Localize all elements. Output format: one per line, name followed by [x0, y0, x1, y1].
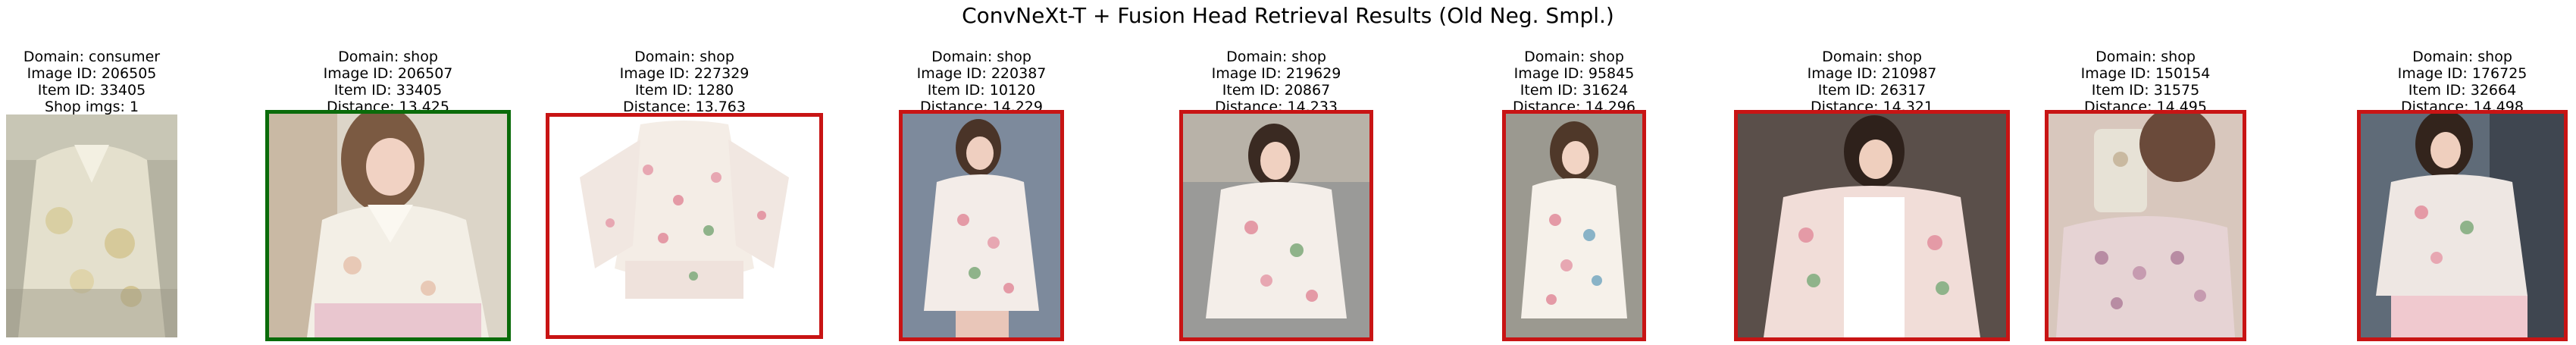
result-panel: Domain: shop Image ID: 95845 Item ID: 31… [1502, 0, 1646, 345]
result-panel: Domain: shop Image ID: 219629 Item ID: 2… [1179, 0, 1373, 345]
result-item-id: Item ID: 1280 [634, 82, 734, 99]
result-domain: Domain: shop [2412, 49, 2512, 65]
query-image-id: Image ID: 206505 [27, 65, 157, 82]
result-caption: Domain: shop Image ID: 227329 Item ID: 1… [500, 49, 869, 115]
result-caption: Domain: shop Image ID: 150154 Item ID: 3… [1999, 49, 2292, 115]
result-caption: Domain: shop Image ID: 219629 Item ID: 2… [1134, 49, 1419, 115]
result-caption: Domain: shop Image ID: 176725 Item ID: 3… [2312, 49, 2576, 115]
query-domain: Domain: consumer [23, 49, 161, 65]
query-caption: Domain: consumer Image ID: 206505 Item I… [0, 49, 223, 115]
result-caption: Domain: shop Image ID: 95845 Item ID: 31… [1457, 49, 1692, 115]
result-image [2045, 110, 2246, 341]
result-image-id: Image ID: 219629 [1211, 65, 1341, 82]
result-image-id: Image ID: 220387 [916, 65, 1047, 82]
result-item-id: Item ID: 31624 [1520, 82, 1629, 99]
query-panel: Domain: consumer Image ID: 206505 Item I… [6, 0, 177, 345]
result-image-id: Image ID: 150154 [2080, 65, 2211, 82]
result-image-id: Image ID: 95845 [1513, 65, 1635, 82]
result-panel: Domain: shop Image ID: 227329 Item ID: 1… [546, 0, 823, 345]
result-image [265, 110, 511, 341]
result-image [2357, 110, 2568, 341]
result-panel: Domain: shop Image ID: 210987 Item ID: 2… [1734, 0, 2010, 345]
result-domain: Domain: shop [634, 49, 734, 65]
result-domain: Domain: shop [1524, 49, 1624, 65]
query-shop-imgs: Shop imgs: 1 [44, 99, 139, 115]
result-domain: Domain: shop [1226, 49, 1326, 65]
result-image [1734, 110, 2010, 341]
result-item-id: Item ID: 10120 [927, 82, 1036, 99]
result-panel: Domain: shop Image ID: 176725 Item ID: 3… [2357, 0, 2568, 345]
query-item-id: Item ID: 33405 [37, 82, 146, 99]
result-image-id: Image ID: 227329 [619, 65, 750, 82]
result-item-id: Item ID: 32664 [2408, 82, 2517, 99]
result-image [546, 113, 823, 339]
result-panel: Domain: shop Image ID: 150154 Item ID: 3… [2045, 0, 2246, 345]
result-domain: Domain: shop [2096, 49, 2196, 65]
result-image [899, 110, 1064, 341]
query-image [6, 114, 177, 337]
result-image [1179, 110, 1373, 341]
result-item-id: Item ID: 20867 [1222, 82, 1331, 99]
result-image [1502, 110, 1646, 341]
result-item-id: Item ID: 31575 [2091, 82, 2200, 99]
result-image-id: Image ID: 176725 [2397, 65, 2527, 82]
result-panel: Domain: shop Image ID: 206507 Item ID: 3… [265, 0, 511, 345]
result-domain: Domain: shop [931, 49, 1031, 65]
result-panel: Domain: shop Image ID: 220387 Item ID: 1… [899, 0, 1064, 345]
result-caption: Domain: shop Image ID: 220387 Item ID: 1… [853, 49, 1110, 115]
